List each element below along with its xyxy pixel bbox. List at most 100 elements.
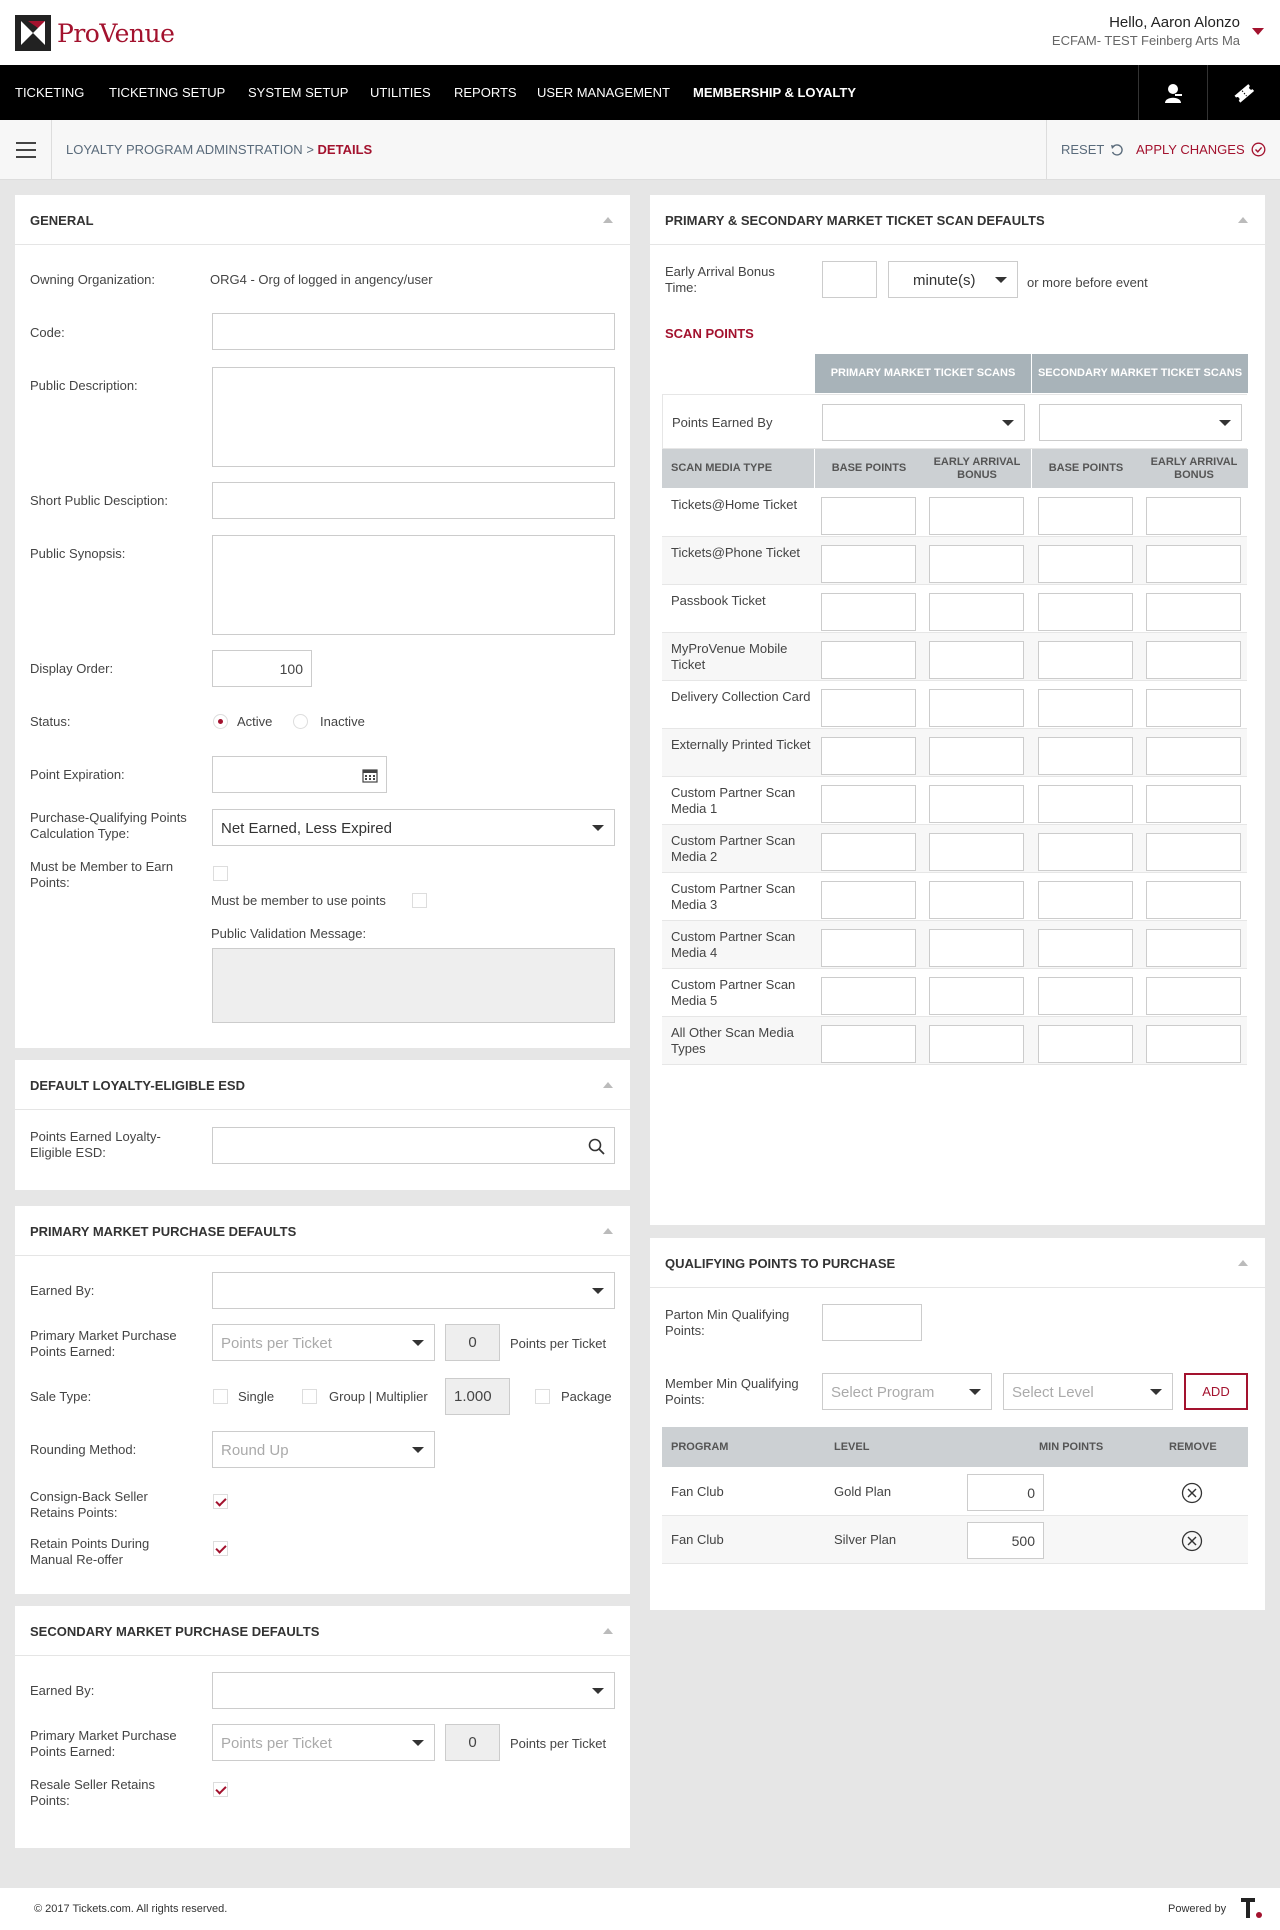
provenue-logo[interactable]: ProVenue — [15, 15, 175, 51]
reset-button[interactable]: RESET — [1061, 142, 1124, 157]
primary-base-points-input[interactable] — [821, 833, 916, 871]
points-earned-value[interactable]: 0 — [445, 1324, 500, 1361]
status-inactive-radio[interactable] — [293, 714, 308, 729]
primary-early-bonus-input[interactable] — [929, 641, 1024, 679]
nav-system-setup[interactable]: SYSTEM SETUP — [248, 65, 348, 120]
nav-membership-loyalty[interactable]: MEMBERSHIP & LOYALTY — [693, 65, 856, 120]
secondary-earned-by-select[interactable] — [212, 1672, 615, 1709]
secondary-base-points-input[interactable] — [1038, 785, 1133, 823]
secondary-early-bonus-input[interactable] — [1146, 593, 1241, 631]
user-admin-icon[interactable] — [1145, 65, 1200, 120]
primary-early-bonus-input[interactable] — [929, 497, 1024, 535]
secondary-base-points-input[interactable] — [1038, 833, 1133, 871]
must-member-use-checkbox[interactable] — [412, 893, 427, 908]
sale-type-package-checkbox[interactable] — [535, 1389, 550, 1404]
primary-base-points-input[interactable] — [821, 977, 916, 1015]
secondary-market-header[interactable]: SECONDARY MARKET PURCHASE DEFAULTS — [15, 1606, 630, 1656]
consign-back-checkbox[interactable] — [213, 1494, 228, 1509]
scan-defaults-header[interactable]: PRIMARY & SECONDARY MARKET TICKET SCAN D… — [650, 195, 1265, 245]
esd-panel-header[interactable]: DEFAULT LOYALTY-ELIGIBLE ESD — [15, 1060, 630, 1110]
primary-early-bonus-input[interactable] — [929, 737, 1024, 775]
secondary-points-earned-by-select[interactable] — [1039, 404, 1242, 441]
primary-base-points-input[interactable] — [821, 881, 916, 919]
secondary-base-points-input[interactable] — [1038, 497, 1133, 535]
secondary-early-bonus-input[interactable] — [1146, 881, 1241, 919]
status-active-radio[interactable] — [213, 714, 228, 729]
primary-early-bonus-input[interactable] — [929, 785, 1024, 823]
primary-early-bonus-input[interactable] — [929, 545, 1024, 583]
tickets-com-logo[interactable] — [1240, 1894, 1264, 1920]
add-button[interactable]: ADD — [1184, 1373, 1248, 1410]
collapse-caret-icon[interactable] — [1238, 217, 1248, 223]
earned-by-select[interactable] — [212, 1272, 615, 1309]
secondary-points-value[interactable]: 0 — [445, 1724, 500, 1761]
collapse-caret-icon[interactable] — [603, 217, 613, 223]
primary-early-bonus-input[interactable] — [929, 689, 1024, 727]
collapse-caret-icon[interactable] — [603, 1628, 613, 1634]
points-earned-select[interactable]: Points per Ticket — [212, 1324, 435, 1361]
primary-early-bonus-input[interactable] — [929, 881, 1024, 919]
breadcrumb-parent[interactable]: LOYALTY PROGRAM ADMINSTRATION — [66, 142, 303, 157]
program-select[interactable]: Select Program — [822, 1373, 992, 1410]
primary-early-bonus-input[interactable] — [929, 1025, 1024, 1063]
short-description-input[interactable] — [212, 482, 615, 519]
collapse-caret-icon[interactable] — [603, 1082, 613, 1088]
user-menu[interactable]: Hello, Aaron Alonzo ECFAM- TEST Feinberg… — [1052, 14, 1240, 48]
secondary-base-points-input[interactable] — [1038, 593, 1133, 631]
validation-message-textarea[interactable] — [212, 948, 615, 1023]
primary-base-points-input[interactable] — [821, 1025, 916, 1063]
secondary-early-bonus-input[interactable] — [1146, 929, 1241, 967]
secondary-base-points-input[interactable] — [1038, 929, 1133, 967]
code-input[interactable] — [212, 313, 615, 350]
secondary-base-points-input[interactable] — [1038, 641, 1133, 679]
primary-base-points-input[interactable] — [821, 737, 916, 775]
esd-search-input[interactable] — [212, 1127, 615, 1164]
row-min-points-input[interactable]: 500 — [967, 1522, 1044, 1559]
search-icon[interactable] — [588, 1138, 605, 1155]
time-unit-select[interactable]: minute(s) — [888, 261, 1018, 298]
remove-icon[interactable] — [1181, 1482, 1203, 1504]
collapse-caret-icon[interactable] — [1238, 1260, 1248, 1266]
secondary-early-bonus-input[interactable] — [1146, 497, 1241, 535]
public-description-textarea[interactable] — [212, 367, 615, 467]
multiplier-input[interactable]: 1.000 — [445, 1378, 510, 1415]
primary-early-bonus-input[interactable] — [929, 593, 1024, 631]
primary-market-header[interactable]: PRIMARY MARKET PURCHASE DEFAULTS — [15, 1206, 630, 1256]
secondary-base-points-input[interactable] — [1038, 977, 1133, 1015]
primary-base-points-input[interactable] — [821, 929, 916, 967]
nav-utilities[interactable]: UTILITIES — [370, 65, 431, 120]
secondary-points-earned-select[interactable]: Points per Ticket — [212, 1724, 435, 1761]
primary-base-points-input[interactable] — [821, 641, 916, 679]
rounding-method-select[interactable]: Round Up — [212, 1431, 435, 1468]
row-min-points-input[interactable]: 0 — [967, 1474, 1044, 1511]
ticket-tag-icon[interactable] — [1216, 65, 1271, 120]
secondary-base-points-input[interactable] — [1038, 881, 1133, 919]
secondary-early-bonus-input[interactable] — [1146, 641, 1241, 679]
nav-reports[interactable]: REPORTS — [454, 65, 517, 120]
primary-early-bonus-input[interactable] — [929, 833, 1024, 871]
point-expiration-input[interactable] — [212, 756, 387, 793]
primary-base-points-input[interactable] — [821, 593, 916, 631]
sale-type-group-checkbox[interactable] — [302, 1389, 317, 1404]
primary-early-bonus-input[interactable] — [929, 977, 1024, 1015]
resale-seller-checkbox[interactable] — [213, 1782, 228, 1797]
calc-type-select[interactable]: Net Earned, Less Expired — [212, 809, 615, 846]
hamburger-menu-icon[interactable] — [16, 142, 36, 158]
remove-icon[interactable] — [1181, 1530, 1203, 1552]
secondary-base-points-input[interactable] — [1038, 1025, 1133, 1063]
secondary-early-bonus-input[interactable] — [1146, 785, 1241, 823]
must-member-earn-checkbox[interactable] — [213, 866, 228, 881]
collapse-caret-icon[interactable] — [603, 1228, 613, 1234]
primary-base-points-input[interactable] — [821, 545, 916, 583]
primary-early-bonus-input[interactable] — [929, 929, 1024, 967]
display-order-input[interactable]: 100 — [212, 650, 312, 687]
sale-type-single-checkbox[interactable] — [213, 1389, 228, 1404]
user-menu-caret-icon[interactable] — [1252, 28, 1264, 35]
apply-changes-button[interactable]: APPLY CHANGES — [1136, 142, 1266, 157]
early-arrival-input[interactable] — [822, 261, 877, 298]
secondary-base-points-input[interactable] — [1038, 737, 1133, 775]
nav-ticketing[interactable]: TICKETING — [15, 65, 84, 120]
secondary-base-points-input[interactable] — [1038, 545, 1133, 583]
secondary-base-points-input[interactable] — [1038, 689, 1133, 727]
primary-base-points-input[interactable] — [821, 689, 916, 727]
